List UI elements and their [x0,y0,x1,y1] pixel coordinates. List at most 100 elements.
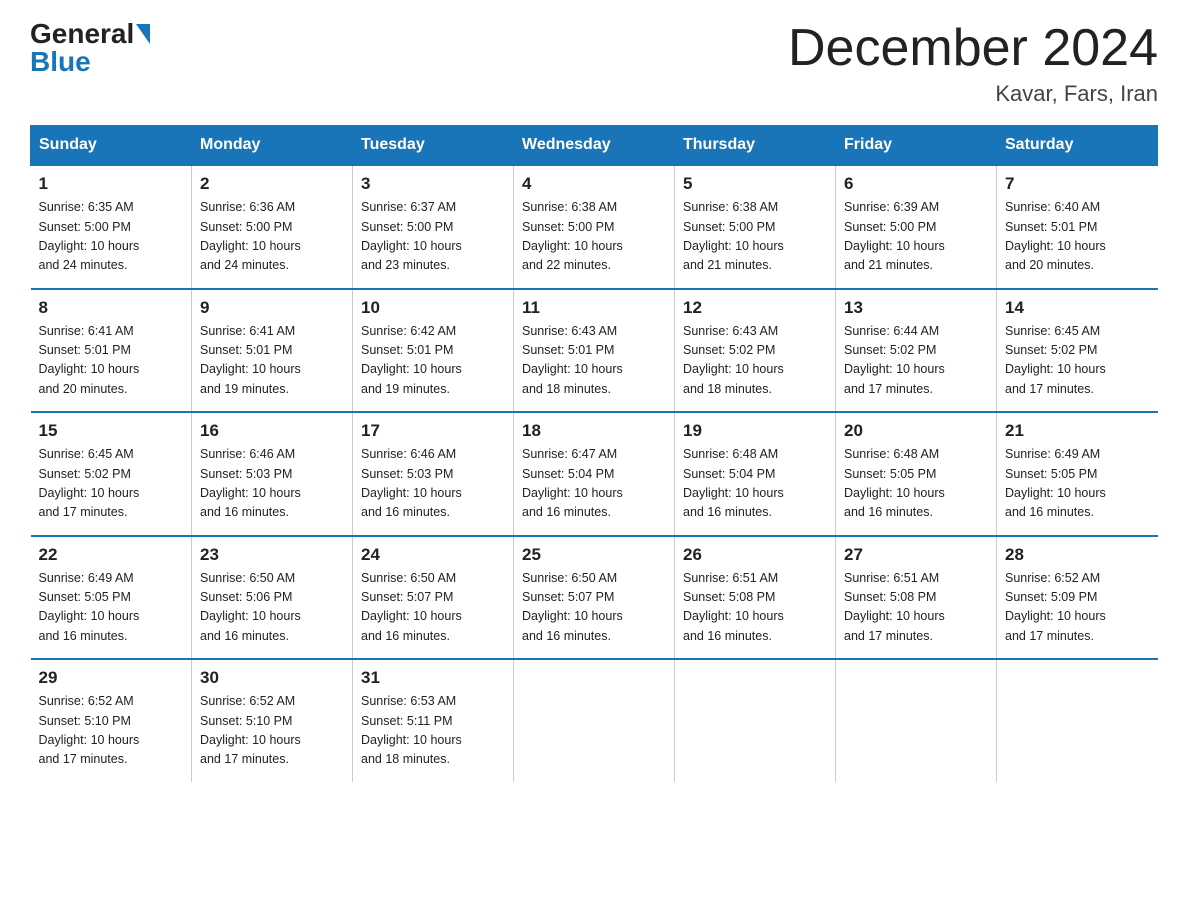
calendar-cell: 24 Sunrise: 6:50 AMSunset: 5:07 PMDayligh… [353,536,514,660]
day-number: 23 [200,545,344,565]
day-number: 29 [39,668,184,688]
day-number: 7 [1005,174,1150,194]
calendar-cell: 7 Sunrise: 6:40 AMSunset: 5:01 PMDaylight… [997,165,1158,289]
logo-arrow-icon [136,24,150,44]
day-info: Sunrise: 6:49 AMSunset: 5:05 PMDaylight:… [1005,445,1150,523]
calendar-cell: 12Sunrise: 6:43 AMSunset: 5:02 PMDayligh… [675,289,836,413]
day-number: 13 [844,298,988,318]
calendar-cell: 6 Sunrise: 6:39 AMSunset: 5:00 PMDaylight… [836,165,997,289]
day-number: 17 [361,421,505,441]
day-info: Sunrise: 6:46 AMSunset: 5:03 PMDaylight:… [200,445,344,523]
calendar-subtitle: Kavar, Fars, Iran [788,81,1158,107]
day-number: 24 [361,545,505,565]
calendar-cell: 22Sunrise: 6:49 AMSunset: 5:05 PMDayligh… [31,536,192,660]
day-info: Sunrise: 6:36 AMSunset: 5:00 PMDaylight:… [200,198,344,276]
day-header-monday: Monday [192,126,353,166]
day-number: 19 [683,421,827,441]
day-number: 2 [200,174,344,194]
day-info: Sunrise: 6:48 AMSunset: 5:05 PMDaylight:… [844,445,988,523]
title-block: December 2024 Kavar, Fars, Iran [788,20,1158,107]
calendar-cell: 13 Sunrise: 6:44 AMSunset: 5:02 PMDayligh… [836,289,997,413]
calendar-week-row: 15 Sunrise: 6:45 AMSunset: 5:02 PMDayligh… [31,412,1158,536]
calendar-cell: 19 Sunrise: 6:48 AMSunset: 5:04 PMDayligh… [675,412,836,536]
day-info: Sunrise: 6:45 AMSunset: 5:02 PMDaylight:… [1005,322,1150,400]
calendar-cell: 20 Sunrise: 6:48 AMSunset: 5:05 PMDayligh… [836,412,997,536]
calendar-cell: 4Sunrise: 6:38 AMSunset: 5:00 PMDaylight… [514,165,675,289]
calendar-cell [514,659,675,782]
calendar-header-row: SundayMondayTuesdayWednesdayThursdayFrid… [31,126,1158,166]
day-number: 21 [1005,421,1150,441]
day-info: Sunrise: 6:50 AMSunset: 5:06 PMDaylight:… [200,569,344,647]
day-header-thursday: Thursday [675,126,836,166]
day-info: Sunrise: 6:53 AMSunset: 5:11 PMDaylight:… [361,692,505,770]
calendar-cell: 28 Sunrise: 6:52 AMSunset: 5:09 PMDayligh… [997,536,1158,660]
calendar-cell: 27 Sunrise: 6:51 AMSunset: 5:08 PMDayligh… [836,536,997,660]
calendar-week-row: 22Sunrise: 6:49 AMSunset: 5:05 PMDayligh… [31,536,1158,660]
day-number: 26 [683,545,827,565]
day-number: 6 [844,174,988,194]
calendar-cell: 11 Sunrise: 6:43 AMSunset: 5:01 PMDayligh… [514,289,675,413]
day-number: 11 [522,298,666,318]
calendar-cell: 2 Sunrise: 6:36 AMSunset: 5:00 PMDaylight… [192,165,353,289]
day-info: Sunrise: 6:50 AMSunset: 5:07 PMDaylight:… [522,569,666,647]
logo-general-text: General [30,20,134,48]
calendar-table: SundayMondayTuesdayWednesdayThursdayFrid… [30,125,1158,782]
day-header-saturday: Saturday [997,126,1158,166]
day-info: Sunrise: 6:35 AMSunset: 5:00 PMDaylight:… [39,198,184,276]
calendar-cell: 9 Sunrise: 6:41 AMSunset: 5:01 PMDaylight… [192,289,353,413]
calendar-cell: 18 Sunrise: 6:47 AMSunset: 5:04 PMDayligh… [514,412,675,536]
calendar-cell: 29Sunrise: 6:52 AMSunset: 5:10 PMDayligh… [31,659,192,782]
day-number: 27 [844,545,988,565]
day-number: 16 [200,421,344,441]
day-info: Sunrise: 6:52 AMSunset: 5:10 PMDaylight:… [200,692,344,770]
day-info: Sunrise: 6:39 AMSunset: 5:00 PMDaylight:… [844,198,988,276]
day-info: Sunrise: 6:42 AMSunset: 5:01 PMDaylight:… [361,322,505,400]
calendar-cell: 31 Sunrise: 6:53 AMSunset: 5:11 PMDayligh… [353,659,514,782]
day-info: Sunrise: 6:43 AMSunset: 5:02 PMDaylight:… [683,322,827,400]
day-info: Sunrise: 6:45 AMSunset: 5:02 PMDaylight:… [39,445,184,523]
day-number: 30 [200,668,344,688]
day-number: 28 [1005,545,1150,565]
day-info: Sunrise: 6:44 AMSunset: 5:02 PMDaylight:… [844,322,988,400]
day-info: Sunrise: 6:41 AMSunset: 5:01 PMDaylight:… [200,322,344,400]
calendar-cell: 16 Sunrise: 6:46 AMSunset: 5:03 PMDayligh… [192,412,353,536]
day-info: Sunrise: 6:40 AMSunset: 5:01 PMDaylight:… [1005,198,1150,276]
day-number: 31 [361,668,505,688]
logo: General Blue [30,20,150,76]
day-info: Sunrise: 6:51 AMSunset: 5:08 PMDaylight:… [683,569,827,647]
day-number: 3 [361,174,505,194]
day-number: 18 [522,421,666,441]
day-info: Sunrise: 6:51 AMSunset: 5:08 PMDaylight:… [844,569,988,647]
day-info: Sunrise: 6:38 AMSunset: 5:00 PMDaylight:… [522,198,666,276]
calendar-cell: 3 Sunrise: 6:37 AMSunset: 5:00 PMDaylight… [353,165,514,289]
day-info: Sunrise: 6:48 AMSunset: 5:04 PMDaylight:… [683,445,827,523]
day-number: 9 [200,298,344,318]
day-info: Sunrise: 6:49 AMSunset: 5:05 PMDaylight:… [39,569,184,647]
calendar-cell: 14Sunrise: 6:45 AMSunset: 5:02 PMDayligh… [997,289,1158,413]
day-number: 15 [39,421,184,441]
calendar-cell: 21 Sunrise: 6:49 AMSunset: 5:05 PMDayligh… [997,412,1158,536]
page-header: General Blue December 2024 Kavar, Fars, … [30,20,1158,107]
day-info: Sunrise: 6:43 AMSunset: 5:01 PMDaylight:… [522,322,666,400]
calendar-cell: 17Sunrise: 6:46 AMSunset: 5:03 PMDayligh… [353,412,514,536]
day-info: Sunrise: 6:37 AMSunset: 5:00 PMDaylight:… [361,198,505,276]
day-info: Sunrise: 6:52 AMSunset: 5:09 PMDaylight:… [1005,569,1150,647]
calendar-cell: 10 Sunrise: 6:42 AMSunset: 5:01 PMDayligh… [353,289,514,413]
day-info: Sunrise: 6:38 AMSunset: 5:00 PMDaylight:… [683,198,827,276]
day-number: 20 [844,421,988,441]
day-number: 1 [39,174,184,194]
day-number: 5 [683,174,827,194]
calendar-week-row: 29 Sunrise: 6:52 AMSunset: 5:10 PMDayligh… [31,659,1158,782]
day-info: Sunrise: 6:47 AMSunset: 5:04 PMDaylight:… [522,445,666,523]
calendar-cell: 8Sunrise: 6:41 AMSunset: 5:01 PMDaylight… [31,289,192,413]
day-number: 8 [39,298,184,318]
day-header-sunday: Sunday [31,126,192,166]
logo-blue-text: Blue [30,48,91,76]
day-number: 25 [522,545,666,565]
calendar-cell [675,659,836,782]
calendar-cell: 5 Sunrise: 6:38 AMSunset: 5:00 PMDaylight… [675,165,836,289]
day-info: Sunrise: 6:50 AMSunset: 5:07 PMDaylight:… [361,569,505,647]
day-header-tuesday: Tuesday [353,126,514,166]
day-number: 10 [361,298,505,318]
calendar-cell: 25 Sunrise: 6:50 AMSunset: 5:07 PMDayligh… [514,536,675,660]
